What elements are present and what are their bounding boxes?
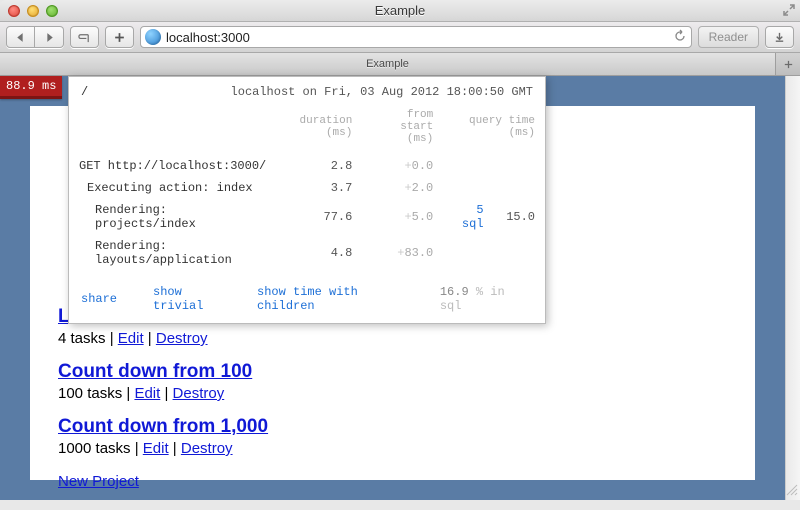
profiler-badge[interactable]: 88.9 ms: [0, 76, 62, 99]
tab-example[interactable]: Example: [0, 53, 776, 75]
project-meta: 100 tasks | Edit | Destroy: [58, 385, 727, 402]
table-row: Executing action: index 3.7 +2.0: [69, 177, 545, 199]
browser-toolbar: Reader: [0, 22, 800, 53]
reader-button[interactable]: Reader: [698, 26, 759, 48]
project-item: Count down from 100 100 tasks | Edit | D…: [58, 361, 727, 402]
col-from-start: from start (ms): [362, 105, 443, 155]
forward-button[interactable]: [35, 26, 64, 48]
window-titlebar: Example: [0, 0, 800, 22]
add-button[interactable]: [105, 26, 134, 48]
destroy-link[interactable]: Destroy: [181, 440, 233, 457]
tab-strip: Example: [0, 53, 800, 76]
new-tab-button[interactable]: [776, 53, 800, 75]
vertical-scrollbar[interactable]: [785, 76, 800, 500]
task-count: 100 tasks: [58, 385, 122, 402]
profiler-path: /: [81, 85, 88, 99]
url-input[interactable]: [166, 30, 668, 45]
site-icon: [145, 29, 161, 45]
profiler-footer: share show trivial show time with childr…: [69, 271, 545, 323]
projects-list: Learn Karate 4 tasks | Edit | Destroy Co…: [58, 306, 727, 457]
reload-icon[interactable]: [673, 29, 687, 46]
nav-buttons: [6, 26, 64, 48]
table-row: Rendering: layouts/application 4.8 +83.0: [69, 235, 545, 271]
show-children-link[interactable]: show time with children: [257, 285, 422, 313]
profiler-timestamp: localhost on Fri, 03 Aug 2012 18:00:50 G…: [231, 85, 533, 99]
address-bar[interactable]: [140, 26, 692, 48]
downloads-button[interactable]: [765, 26, 794, 48]
project-meta: 4 tasks | Edit | Destroy: [58, 330, 727, 347]
back-button[interactable]: [6, 26, 35, 48]
new-project-link[interactable]: New Project: [58, 473, 139, 490]
destroy-link[interactable]: Destroy: [173, 385, 225, 402]
task-count: 4 tasks: [58, 330, 106, 347]
table-row: Rendering: projects/index 77.6 +5.0 5 sq…: [69, 199, 545, 235]
profiler-table: duration (ms) from start (ms) query time…: [69, 105, 545, 271]
project-title-link[interactable]: Count down from 1,000: [58, 416, 268, 437]
bookmarks-button[interactable]: [70, 26, 99, 48]
table-row: GET http://localhost:3000/ 2.8 +0.0: [69, 155, 545, 177]
edit-link[interactable]: Edit: [143, 440, 169, 457]
show-trivial-link[interactable]: show trivial: [153, 285, 239, 313]
share-link[interactable]: share: [81, 292, 117, 306]
col-query-time: query time (ms): [443, 105, 545, 155]
project-title-link[interactable]: Count down from 100: [58, 361, 252, 382]
resize-handle-icon[interactable]: [784, 482, 798, 499]
edit-link[interactable]: Edit: [134, 385, 160, 402]
col-duration: duration (ms): [277, 105, 363, 155]
destroy-link[interactable]: Destroy: [156, 330, 208, 347]
fullscreen-icon[interactable]: [782, 3, 796, 20]
sql-percent: 16.9 % in sql: [440, 285, 533, 313]
project-meta: 1000 tasks | Edit | Destroy: [58, 440, 727, 457]
task-count: 1000 tasks: [58, 440, 131, 457]
project-item: Count down from 1,000 1000 tasks | Edit …: [58, 416, 727, 457]
profiler-popup: / localhost on Fri, 03 Aug 2012 18:00:50…: [68, 76, 546, 324]
window-title: Example: [0, 3, 800, 18]
sql-link[interactable]: 5 sql: [462, 203, 484, 231]
edit-link[interactable]: Edit: [118, 330, 144, 347]
new-project: New Project: [58, 473, 727, 490]
